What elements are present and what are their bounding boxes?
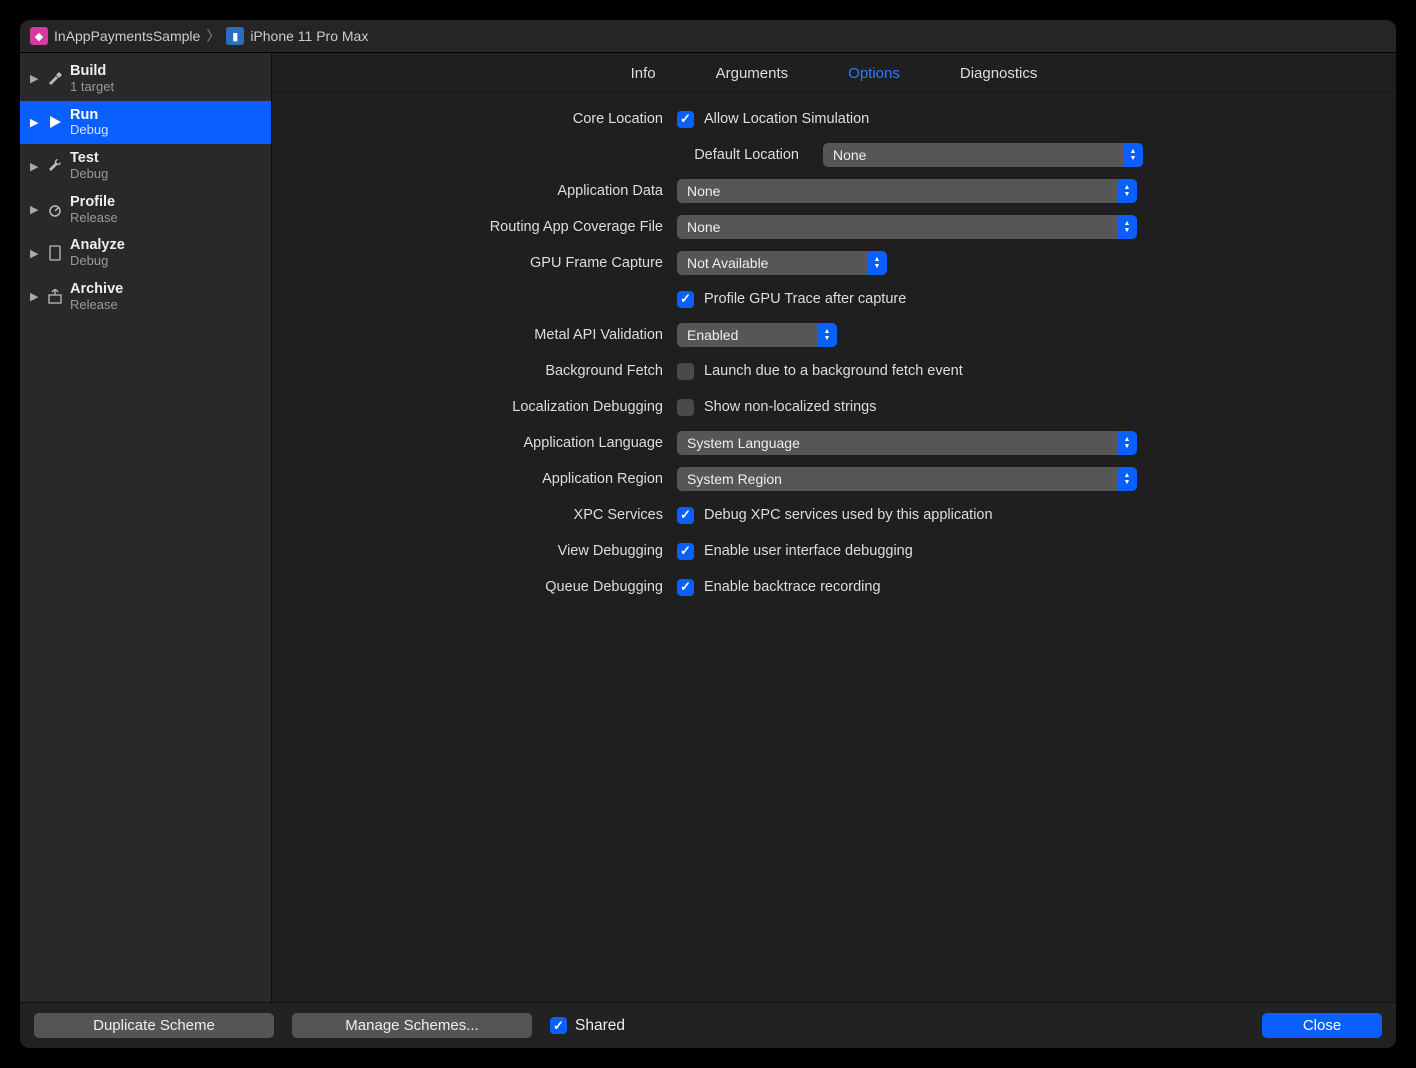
sidebar-item-build[interactable]: ▶ Build 1 target (20, 57, 271, 101)
tab-info[interactable]: Info (631, 65, 656, 82)
sidebar: ▶ Build 1 target ▶ Run Debug (20, 53, 272, 1002)
sidebar-item-label: Archive (70, 281, 123, 298)
application-data-select[interactable]: None (677, 179, 1137, 203)
close-button[interactable]: Close (1262, 1013, 1382, 1038)
scheme-icon: ◆ (30, 27, 48, 45)
disclosure-icon: ▶ (30, 290, 40, 303)
label-localization-debugging: Localization Debugging (302, 399, 677, 415)
breadcrumb-device[interactable]: iPhone 11 Pro Max (250, 28, 368, 44)
gpu-frame-capture-value: Not Available (687, 255, 768, 271)
sidebar-item-sub: Debug (70, 254, 125, 269)
queue-debugging-checkbox[interactable] (677, 579, 694, 596)
sidebar-item-label: Analyze (70, 237, 125, 254)
tab-arguments[interactable]: Arguments (716, 65, 789, 82)
content-area: Info Arguments Options Diagnostics Core … (272, 53, 1396, 1002)
duplicate-scheme-button[interactable]: Duplicate Scheme (34, 1013, 274, 1038)
label-view-debugging: View Debugging (302, 543, 677, 559)
view-debugging-text: Enable user interface debugging (704, 543, 913, 559)
application-data-value: None (687, 183, 720, 199)
scheme-editor-window: ◆ InAppPaymentsSample 〉 ▮ iPhone 11 Pro … (20, 20, 1396, 1048)
profile-gpu-trace-text: Profile GPU Trace after capture (704, 291, 906, 307)
chevron-updown-icon (1117, 467, 1137, 491)
label-metal-validation: Metal API Validation (302, 327, 677, 343)
shared-label: Shared (575, 1017, 625, 1035)
archive-icon (46, 288, 64, 306)
background-fetch-checkbox[interactable] (677, 363, 694, 380)
options-form: Core Location Allow Location Simulation … (272, 93, 1396, 1002)
label-routing-file: Routing App Coverage File (302, 219, 677, 235)
bottom-bar: Duplicate Scheme Manage Schemes... Share… (20, 1002, 1396, 1048)
allow-location-simulation-text: Allow Location Simulation (704, 111, 869, 127)
xpc-services-checkbox[interactable] (677, 507, 694, 524)
sidebar-item-sub: Debug (70, 167, 108, 182)
label-background-fetch: Background Fetch (302, 363, 677, 379)
disclosure-icon: ▶ (30, 72, 40, 85)
sidebar-item-archive[interactable]: ▶ Archive Release (20, 275, 271, 319)
application-region-value: System Region (687, 471, 782, 487)
background-fetch-text: Launch due to a background fetch event (704, 363, 963, 379)
localization-debugging-text: Show non-localized strings (704, 399, 876, 415)
sidebar-item-sub: 1 target (70, 80, 114, 95)
hammer-icon (46, 70, 64, 88)
localization-debugging-checkbox[interactable] (677, 399, 694, 416)
breadcrumb: ◆ InAppPaymentsSample 〉 ▮ iPhone 11 Pro … (20, 20, 1396, 53)
sidebar-item-sub: Release (70, 211, 118, 226)
label-queue-debugging: Queue Debugging (302, 579, 677, 595)
sidebar-item-test[interactable]: ▶ Test Debug (20, 144, 271, 188)
metal-validation-value: Enabled (687, 327, 738, 343)
sidebar-item-label: Test (70, 150, 108, 167)
application-region-select[interactable]: System Region (677, 467, 1137, 491)
label-gpu-frame-capture: GPU Frame Capture (302, 255, 677, 271)
routing-file-value: None (687, 219, 720, 235)
tab-options[interactable]: Options (848, 65, 900, 82)
play-icon (46, 113, 64, 131)
allow-location-simulation-checkbox[interactable] (677, 111, 694, 128)
disclosure-icon: ▶ (30, 203, 40, 216)
label-default-location: Default Location (677, 147, 813, 163)
manage-schemes-button[interactable]: Manage Schemes... (292, 1013, 532, 1038)
label-core-location: Core Location (302, 111, 677, 127)
sidebar-item-run[interactable]: ▶ Run Debug (20, 101, 271, 145)
disclosure-icon: ▶ (30, 247, 40, 260)
sidebar-item-sub: Debug (70, 123, 108, 138)
chevron-updown-icon (1117, 215, 1137, 239)
label-application-language: Application Language (302, 435, 677, 451)
label-application-region: Application Region (302, 471, 677, 487)
routing-file-select[interactable]: None (677, 215, 1137, 239)
chevron-updown-icon (1123, 143, 1143, 167)
sidebar-item-label: Build (70, 63, 114, 80)
breadcrumb-separator: 〉 (206, 26, 220, 46)
document-icon (46, 244, 64, 262)
gauge-icon (46, 201, 64, 219)
queue-debugging-text: Enable backtrace recording (704, 579, 881, 595)
breadcrumb-scheme[interactable]: InAppPaymentsSample (54, 28, 200, 44)
disclosure-icon: ▶ (30, 160, 40, 173)
disclosure-icon: ▶ (30, 116, 40, 129)
sidebar-item-sub: Release (70, 298, 123, 313)
wrench-icon (46, 157, 64, 175)
gpu-frame-capture-select[interactable]: Not Available (677, 251, 887, 275)
sidebar-item-label: Profile (70, 194, 118, 211)
application-language-value: System Language (687, 435, 800, 451)
chevron-updown-icon (867, 251, 887, 275)
profile-gpu-trace-checkbox[interactable] (677, 291, 694, 308)
view-debugging-checkbox[interactable] (677, 543, 694, 560)
device-icon: ▮ (226, 27, 244, 45)
chevron-updown-icon (1117, 179, 1137, 203)
chevron-updown-icon (817, 323, 837, 347)
default-location-value: None (833, 147, 866, 163)
application-language-select[interactable]: System Language (677, 431, 1137, 455)
sidebar-item-label: Run (70, 107, 108, 124)
metal-validation-select[interactable]: Enabled (677, 323, 837, 347)
tab-bar: Info Arguments Options Diagnostics (272, 53, 1396, 93)
xpc-services-text: Debug XPC services used by this applicat… (704, 507, 993, 523)
sidebar-item-profile[interactable]: ▶ Profile Release (20, 188, 271, 232)
tab-diagnostics[interactable]: Diagnostics (960, 65, 1038, 82)
chevron-updown-icon (1117, 431, 1137, 455)
label-application-data: Application Data (302, 183, 677, 199)
default-location-select[interactable]: None (823, 143, 1143, 167)
shared-checkbox[interactable] (550, 1017, 567, 1034)
label-xpc-services: XPC Services (302, 507, 677, 523)
sidebar-item-analyze[interactable]: ▶ Analyze Debug (20, 231, 271, 275)
